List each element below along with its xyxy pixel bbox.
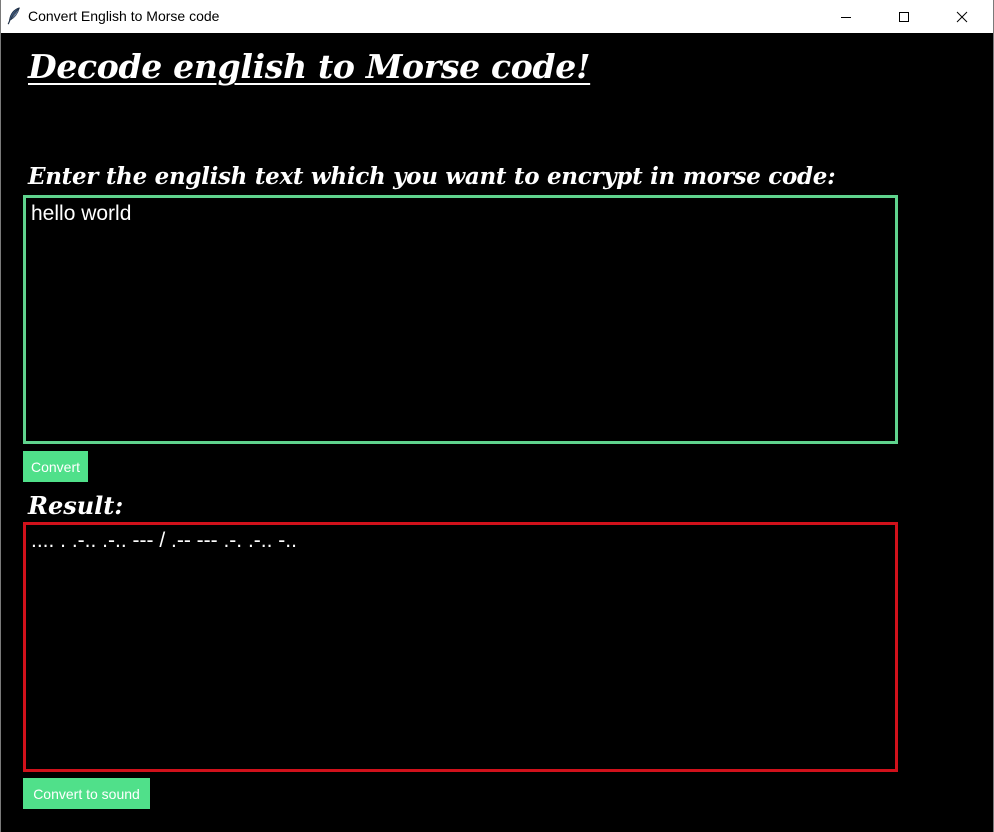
maximize-button[interactable]	[881, 0, 927, 33]
result-label: Result:	[28, 491, 124, 520]
input-label: Enter the english text which you want to…	[28, 163, 836, 190]
convert-to-sound-button[interactable]: Convert to sound	[23, 778, 150, 809]
maximize-icon	[898, 11, 910, 23]
app-content: Decode english to Morse code! Enter the …	[1, 33, 993, 832]
page-title: Decode english to Morse code!	[28, 47, 591, 86]
english-text-input[interactable]: hello world	[23, 195, 898, 444]
minimize-icon	[840, 11, 852, 23]
close-button[interactable]	[939, 0, 985, 33]
morse-result-output[interactable]: .... . .-.. .-.. --- / .-- --- .-. .-.. …	[23, 522, 898, 772]
convert-button[interactable]: Convert	[23, 451, 88, 482]
window-title: Convert English to Morse code	[28, 8, 220, 24]
close-icon	[956, 11, 968, 23]
minimize-button[interactable]	[823, 0, 869, 33]
title-bar[interactable]: Convert English to Morse code	[1, 0, 993, 33]
app-window: Convert English to Morse code Decode eng…	[0, 0, 994, 832]
feather-icon	[7, 7, 21, 25]
